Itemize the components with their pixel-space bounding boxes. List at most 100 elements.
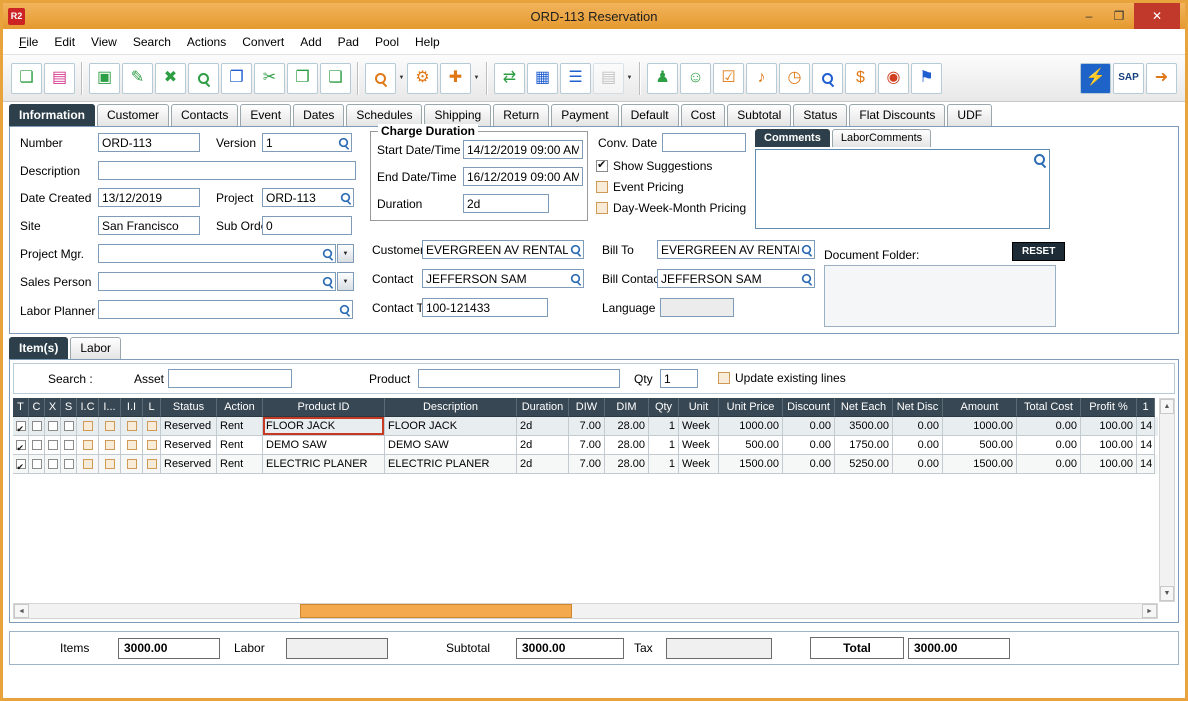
table-row[interactable]: ReservedRentELECTRIC PLANERELECTRIC PLAN… bbox=[13, 455, 1158, 474]
cell-diw[interactable]: 7.00 bbox=[569, 417, 605, 436]
cell-c[interactable] bbox=[29, 455, 45, 474]
row-checkbox[interactable] bbox=[83, 440, 93, 450]
cell-net-each[interactable]: 3500.00 bbox=[835, 417, 893, 436]
start-date-input[interactable] bbox=[464, 141, 582, 158]
column-header-qty[interactable]: Qty bbox=[649, 398, 679, 417]
scroll-down-icon[interactable]: ▼ bbox=[1160, 586, 1174, 601]
product-search-dropdown-icon[interactable]: ▼ bbox=[397, 63, 406, 94]
menu-file[interactable]: File bbox=[11, 31, 46, 53]
row-checkbox[interactable] bbox=[16, 440, 26, 450]
cell-description[interactable]: DEMO SAW bbox=[385, 436, 517, 455]
tab-flat-discounts[interactable]: Flat Discounts bbox=[849, 104, 945, 126]
row-checkbox[interactable] bbox=[64, 421, 74, 431]
cell-1[interactable]: 14 bbox=[1137, 417, 1155, 436]
cell-t[interactable] bbox=[13, 436, 29, 455]
cell-product-id[interactable]: FLOOR JACK bbox=[263, 417, 385, 436]
row-checkbox[interactable] bbox=[48, 421, 58, 431]
cell-action[interactable]: Rent bbox=[217, 455, 263, 474]
number-input[interactable] bbox=[99, 134, 199, 151]
cell-net-disc[interactable]: 0.00 bbox=[893, 455, 943, 474]
cell-qty[interactable]: 1 bbox=[649, 417, 679, 436]
cell-net-each[interactable]: 5250.00 bbox=[835, 455, 893, 474]
row-checkbox[interactable] bbox=[32, 421, 42, 431]
column-header-c[interactable]: C bbox=[29, 398, 45, 417]
cell-discount[interactable]: 0.00 bbox=[783, 436, 835, 455]
cell-x[interactable] bbox=[45, 436, 61, 455]
column-header-total-cost[interactable]: Total Cost bbox=[1017, 398, 1081, 417]
add-to-cart-dropdown-icon[interactable]: ▼ bbox=[472, 63, 481, 94]
print-labels-button[interactable]: ▤ bbox=[44, 63, 75, 94]
description-input[interactable] bbox=[99, 162, 355, 179]
minimize-button[interactable]: – bbox=[1074, 3, 1104, 29]
column-header-i-i[interactable]: I.I bbox=[121, 398, 143, 417]
checklist-button[interactable]: ☑ bbox=[713, 63, 744, 94]
contact-search-button[interactable] bbox=[812, 63, 843, 94]
menu-pad[interactable]: Pad bbox=[330, 31, 367, 53]
cell-status[interactable]: Reserved bbox=[161, 455, 217, 474]
cell-unit-price[interactable]: 500.00 bbox=[719, 436, 783, 455]
row-checkbox[interactable] bbox=[83, 459, 93, 469]
sub-orders-input[interactable] bbox=[263, 217, 351, 234]
row-checkbox[interactable] bbox=[32, 459, 42, 469]
crew-planner-button[interactable]: ♟ bbox=[647, 63, 678, 94]
contact-search-icon[interactable] bbox=[570, 273, 581, 284]
tab-default[interactable]: Default bbox=[621, 104, 679, 126]
cell-diw[interactable]: 7.00 bbox=[569, 436, 605, 455]
contact-input[interactable] bbox=[423, 270, 583, 287]
availability-button[interactable]: ▦ bbox=[527, 63, 558, 94]
menu-convert[interactable]: Convert bbox=[234, 31, 292, 53]
cell-s[interactable] bbox=[61, 455, 77, 474]
cell-total-cost[interactable]: 0.00 bbox=[1017, 436, 1081, 455]
row-checkbox[interactable] bbox=[64, 440, 74, 450]
column-header-unit[interactable]: Unit bbox=[679, 398, 719, 417]
row-checkbox[interactable] bbox=[16, 459, 26, 469]
copy-button[interactable]: ❐ bbox=[287, 63, 318, 94]
cell-x[interactable] bbox=[45, 455, 61, 474]
date-created-input[interactable] bbox=[99, 189, 199, 206]
cell-duration[interactable]: 2d bbox=[517, 455, 569, 474]
column-header-s[interactable]: S bbox=[61, 398, 77, 417]
cell-unit-price[interactable]: 1500.00 bbox=[719, 455, 783, 474]
duplicate-order-button[interactable]: ❐ bbox=[221, 63, 252, 94]
table-row[interactable]: ReservedRentFLOOR JACKFLOOR JACK2d7.0028… bbox=[13, 417, 1158, 436]
cell-profit[interactable]: 100.00 bbox=[1081, 417, 1137, 436]
cell-product-id[interactable]: ELECTRIC PLANER bbox=[263, 455, 385, 474]
row-checkbox[interactable] bbox=[147, 421, 157, 431]
cell-net-disc[interactable]: 0.00 bbox=[893, 436, 943, 455]
vertical-scrollbar[interactable]: ▲ ▼ bbox=[1159, 398, 1175, 602]
cell-c[interactable] bbox=[29, 436, 45, 455]
tab-cost[interactable]: Cost bbox=[681, 104, 726, 126]
row-checkbox[interactable] bbox=[48, 440, 58, 450]
column-header-net-disc[interactable]: Net Disc bbox=[893, 398, 943, 417]
cell-amount[interactable]: 1500.00 bbox=[943, 455, 1017, 474]
project-mgr-dropdown[interactable]: ▼ bbox=[337, 244, 354, 263]
cell-net-disc[interactable]: 0.00 bbox=[893, 417, 943, 436]
menu-actions[interactable]: Actions bbox=[179, 31, 234, 53]
comments-box[interactable] bbox=[755, 149, 1050, 229]
end-date-input[interactable] bbox=[464, 168, 582, 185]
cell-description[interactable]: ELECTRIC PLANER bbox=[385, 455, 517, 474]
cell-i[interactable] bbox=[99, 455, 121, 474]
menu-search[interactable]: Search bbox=[125, 31, 179, 53]
column-header-unit-price[interactable]: Unit Price bbox=[719, 398, 783, 417]
cell-i-c[interactable] bbox=[77, 436, 99, 455]
cell-unit[interactable]: Week bbox=[679, 436, 719, 455]
cell-action[interactable]: Rent bbox=[217, 417, 263, 436]
billing-button[interactable]: $ bbox=[845, 63, 876, 94]
version-search-icon[interactable] bbox=[338, 137, 349, 148]
cell-status[interactable]: Reserved bbox=[161, 436, 217, 455]
cut-button[interactable]: ✂ bbox=[254, 63, 285, 94]
customer-input[interactable] bbox=[423, 241, 583, 258]
row-checkbox[interactable] bbox=[83, 421, 93, 431]
cell-net-each[interactable]: 1750.00 bbox=[835, 436, 893, 455]
column-header-net-each[interactable]: Net Each bbox=[835, 398, 893, 417]
reports-button[interactable]: ⚑ bbox=[911, 63, 942, 94]
language-input[interactable] bbox=[661, 299, 733, 316]
cell-profit[interactable]: 100.00 bbox=[1081, 436, 1137, 455]
cell-dim[interactable]: 28.00 bbox=[605, 436, 649, 455]
bill-contact-search-icon[interactable] bbox=[801, 273, 812, 284]
cell-dim[interactable]: 28.00 bbox=[605, 417, 649, 436]
cell-l[interactable] bbox=[143, 436, 161, 455]
tab-payment[interactable]: Payment bbox=[551, 104, 618, 126]
cell-qty[interactable]: 1 bbox=[649, 436, 679, 455]
